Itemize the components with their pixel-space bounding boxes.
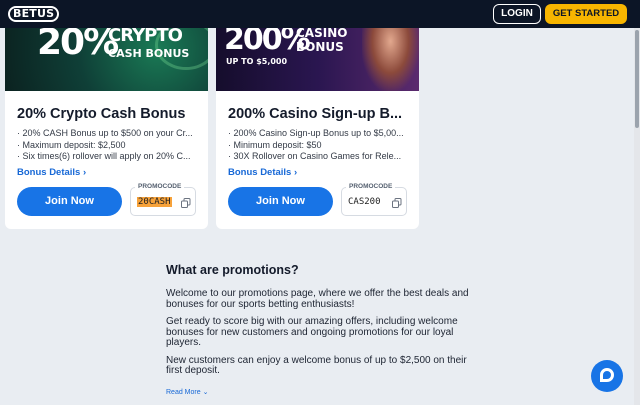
- promocode-label: PROMOCODE: [135, 183, 185, 190]
- promo-banner-image[interactable]: 200% CASINO BONUS UP TO $5,000: [216, 20, 419, 91]
- betus-logo[interactable]: BETUS: [8, 6, 60, 22]
- promocode-value[interactable]: 20CASH: [137, 197, 172, 207]
- list-item: Maximum deposit: $2,500: [17, 140, 199, 152]
- promo-banner-image[interactable]: 20% CRYPTO CASH BONUS: [5, 20, 208, 91]
- paragraph: Welcome to our promotions page, where we…: [166, 288, 469, 310]
- get-started-button[interactable]: GET STARTED: [545, 4, 627, 24]
- banner-headline: CASINO: [296, 26, 348, 40]
- paragraph: Get ready to score big with our amazing …: [166, 316, 458, 348]
- paragraph: New customers can enjoy a welcome bonus …: [166, 354, 467, 376]
- promocode-label: PROMOCODE: [346, 183, 396, 190]
- promo-title: 20% Crypto Cash Bonus: [17, 106, 186, 122]
- model-photo-graphic: [362, 20, 419, 91]
- section-heading: What are promotions?: [166, 263, 299, 277]
- banner-percentage: 20%: [37, 22, 119, 63]
- promo-bullet-list: 200% Casino Sign-up Bonus up to $5,00...…: [228, 128, 410, 163]
- banner-upto-text: UP TO $5,000: [226, 57, 288, 66]
- read-more-link[interactable]: Read More ⌄: [166, 388, 208, 396]
- promo-bullet-list: 20% CASH Bonus up to $500 on your Cr... …: [17, 128, 199, 163]
- promo-title: 200% Casino Sign-up B...: [228, 106, 403, 122]
- list-item: Minimum deposit: $50: [228, 140, 410, 152]
- list-item: 200% Casino Sign-up Bonus up to $5,00...: [228, 128, 410, 140]
- banner-subheadline: BONUS: [296, 40, 344, 54]
- banner-headline: CRYPTO: [108, 25, 183, 46]
- promo-card-crypto: 20% CRYPTO CASH BONUS 20% Crypto Cash Bo…: [5, 20, 208, 229]
- join-now-button[interactable]: Join Now: [228, 187, 333, 216]
- list-item: 20% CASH Bonus up to $500 on your Cr...: [17, 128, 199, 140]
- copy-icon[interactable]: [181, 198, 191, 208]
- copy-icon[interactable]: [392, 198, 402, 208]
- promocode-value[interactable]: CAS200: [348, 197, 381, 207]
- list-item: 30X Rollover on Casino Games for Rele...: [228, 151, 410, 163]
- bonus-details-link[interactable]: Bonus Details ›: [228, 167, 297, 178]
- chat-icon: [600, 368, 614, 382]
- top-navigation-bar: BETUS LOGIN GET STARTED: [0, 0, 640, 28]
- list-item: Six times(6) rollover will apply on 20% …: [17, 151, 199, 163]
- chat-button[interactable]: [591, 360, 623, 392]
- join-now-button[interactable]: Join Now: [17, 187, 122, 216]
- promotions-description: What are promotions? Welcome to our prom…: [166, 263, 476, 384]
- scrollbar-thumb[interactable]: [635, 30, 639, 128]
- banner-subheadline: CASH BONUS: [108, 47, 190, 60]
- bonus-details-link[interactable]: Bonus Details ›: [17, 167, 86, 178]
- login-button[interactable]: LOGIN: [493, 4, 541, 24]
- promo-card-casino: 200% CASINO BONUS UP TO $5,000 200% Casi…: [216, 20, 419, 229]
